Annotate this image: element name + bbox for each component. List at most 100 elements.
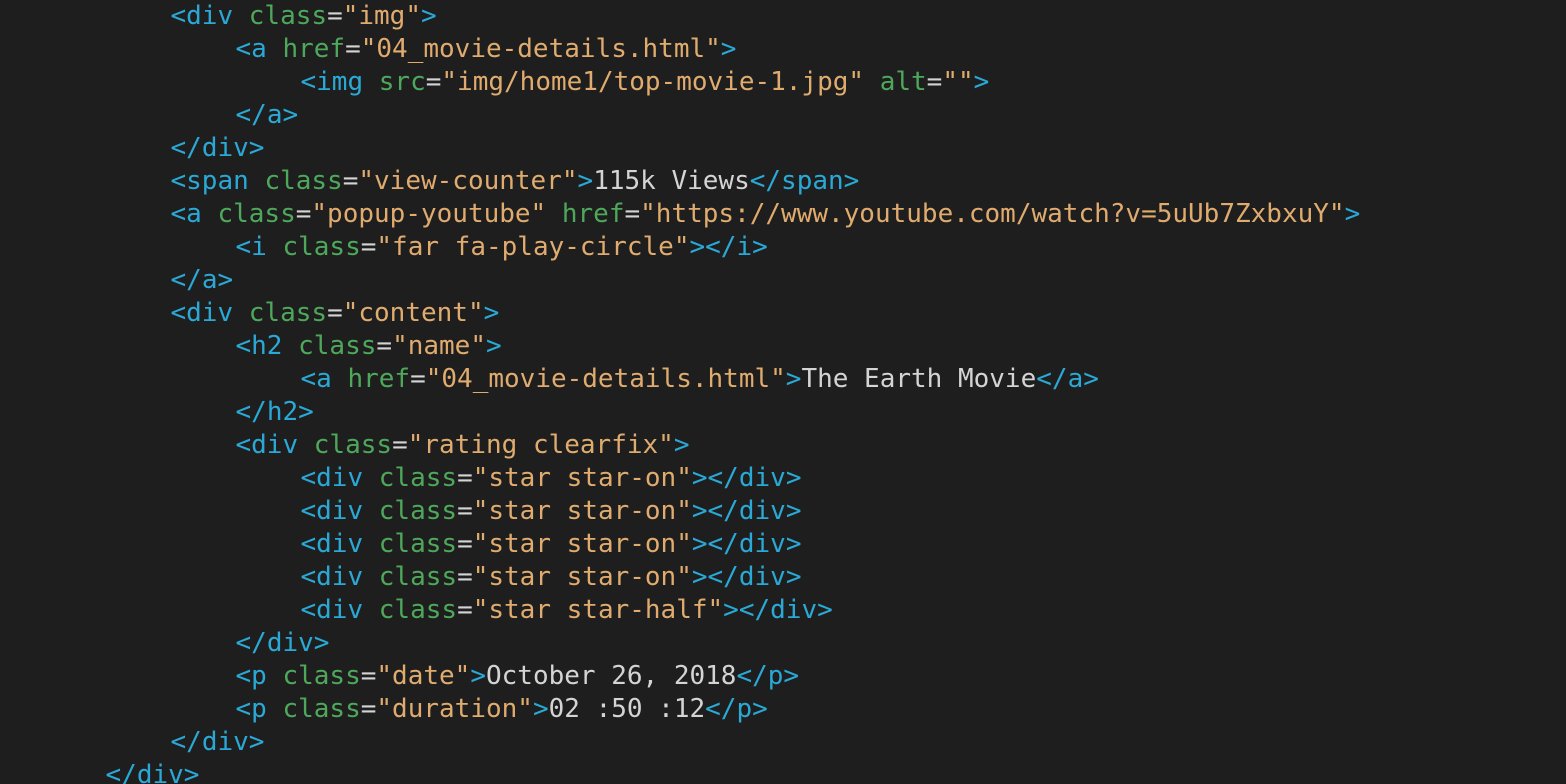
code-token-bracket: > (785, 562, 802, 592)
code-token-bracket: < (170, 199, 187, 229)
code-token-attr: class (378, 595, 458, 625)
code-token-eq: = (457, 529, 473, 559)
code-token-str: "star star-on" (472, 562, 692, 592)
code-line[interactable]: < div class = "star star-half" ></div > (0, 594, 1566, 627)
code-token-bracket: < (235, 694, 252, 724)
code-line[interactable]: </div > (0, 726, 1566, 759)
code-line[interactable]: < p class = "duration" >02 :50 :12 </p > (0, 693, 1566, 726)
code-token-tag: div (770, 595, 818, 625)
code-line[interactable]: </div > (0, 132, 1566, 165)
code-token-str: "04_movie-details.html" (360, 34, 721, 64)
code-token-text: The Earth Movie (801, 364, 1037, 394)
code-token-attr: class (248, 1, 328, 31)
code-line[interactable]: </a > (0, 264, 1566, 297)
code-token-str: "https://www.youtube.com/watch?v=5uUb7Zx… (640, 199, 1345, 229)
code-line[interactable]: < i class = "far fa-play-circle" ></i > (0, 231, 1566, 264)
code-token-str: "img/home1/top-movie-1.jpg" (441, 67, 865, 97)
code-token-bracket: < (300, 595, 317, 625)
code-line[interactable]: < h2 class = "name" > (0, 330, 1566, 363)
code-token-tag: div (186, 298, 234, 328)
code-token-tag: div (738, 529, 786, 559)
code-token-bracket: > (183, 760, 200, 784)
code-token-bracket: > (483, 298, 500, 328)
code-token-attr: class (378, 463, 458, 493)
code-token-str: "name" (392, 331, 486, 361)
code-line[interactable]: </div > (0, 627, 1566, 660)
code-token-tag: div (738, 496, 786, 526)
code-token-bracket: </ (170, 133, 202, 163)
code-line[interactable]: < div class = "content" > (0, 297, 1566, 330)
code-line[interactable]: < div class = "star star-on" ></div > (0, 495, 1566, 528)
code-token-tag: div (316, 463, 364, 493)
code-token-eq: = (360, 232, 377, 262)
code-line[interactable]: < span class = "view-counter" >115k Views </s… (0, 165, 1566, 198)
code-token-bracket: < (300, 463, 317, 493)
code-line[interactable]: </div > (0, 759, 1566, 784)
code-token-eq: = (624, 199, 641, 229)
code-token-tag: a (266, 100, 283, 130)
code-token-text: 115k Views (593, 166, 750, 196)
code-token-bracket: ></ (723, 595, 771, 625)
code-token-bracket: </ (235, 100, 267, 130)
code-token-attr: src (378, 67, 426, 97)
code-line[interactable]: < div class = "star star-on" ></div > (0, 462, 1566, 495)
code-token-tag: span (781, 166, 844, 196)
code-token-str: "img" (342, 1, 421, 31)
code-token-tag: a (201, 265, 218, 295)
code-token-str: "star star-on" (472, 496, 692, 526)
code-token-tag: p (251, 661, 267, 691)
code-token-tag: div (266, 628, 314, 658)
code-token-attr: class (282, 661, 361, 691)
code-token-eq: = (392, 430, 408, 460)
code-token-tag: div (738, 562, 786, 592)
code-token-tag: div (251, 430, 299, 460)
code-token-attr: href (561, 199, 625, 229)
code-editor[interactable]: < div class = "img" > < a href = "04_movie-detai… (0, 0, 1566, 784)
code-token-text: 02 :50 :12 (548, 694, 706, 724)
code-token-tag: p (767, 661, 784, 691)
code-token-attr: class (217, 199, 296, 229)
code-token-eq: = (410, 364, 426, 394)
code-token-bracket: > (532, 694, 549, 724)
code-line[interactable]: < div class = "rating clearfix" > (0, 429, 1566, 462)
code-line[interactable]: < div class = "star star-on" ></div > (0, 528, 1566, 561)
code-token-tag: h2 (251, 331, 283, 361)
code-line[interactable]: < div class = "star star-on" ></div > (0, 561, 1566, 594)
code-token-str: "duration" (376, 694, 533, 724)
code-token-bracket: </ (749, 166, 782, 196)
code-line[interactable]: < div class = "img" > (0, 0, 1566, 33)
code-token-bracket: > (673, 430, 690, 460)
code-token-eq: = (295, 199, 312, 229)
code-token-tag: div (201, 133, 249, 163)
code-token-bracket: > (752, 694, 768, 724)
code-token-str: "star star-half" (472, 595, 724, 625)
code-token-text: October 26, 2018 (485, 661, 737, 691)
code-token-bracket: < (300, 496, 317, 526)
code-token-bracket: > (785, 364, 802, 394)
code-line[interactable]: </a > (0, 99, 1566, 132)
code-token-eq: = (342, 166, 359, 196)
code-token-str: "content" (342, 298, 484, 328)
code-line[interactable]: < p class = "date" > October 26, 2018 </p > (0, 660, 1566, 693)
code-token-bracket: > (843, 166, 860, 196)
code-line[interactable]: < a class = "popup-youtube" href = "https://w… (0, 198, 1566, 231)
code-token-str: "star star-on" (472, 463, 692, 493)
code-line[interactable]: < a href = "04_movie-details.html" > The Eart… (0, 363, 1566, 396)
code-token-bracket: > (217, 265, 234, 295)
code-line[interactable]: </h2 > (0, 396, 1566, 429)
code-token-str: "" (942, 67, 974, 97)
code-token-bracket: > (577, 166, 594, 196)
code-line[interactable]: < img src = "img/home1/top-movie-1.jpg" alt… (0, 66, 1566, 99)
code-line[interactable]: < a href = "04_movie-details.html" > (0, 33, 1566, 66)
code-token-bracket: > (1083, 364, 1099, 394)
